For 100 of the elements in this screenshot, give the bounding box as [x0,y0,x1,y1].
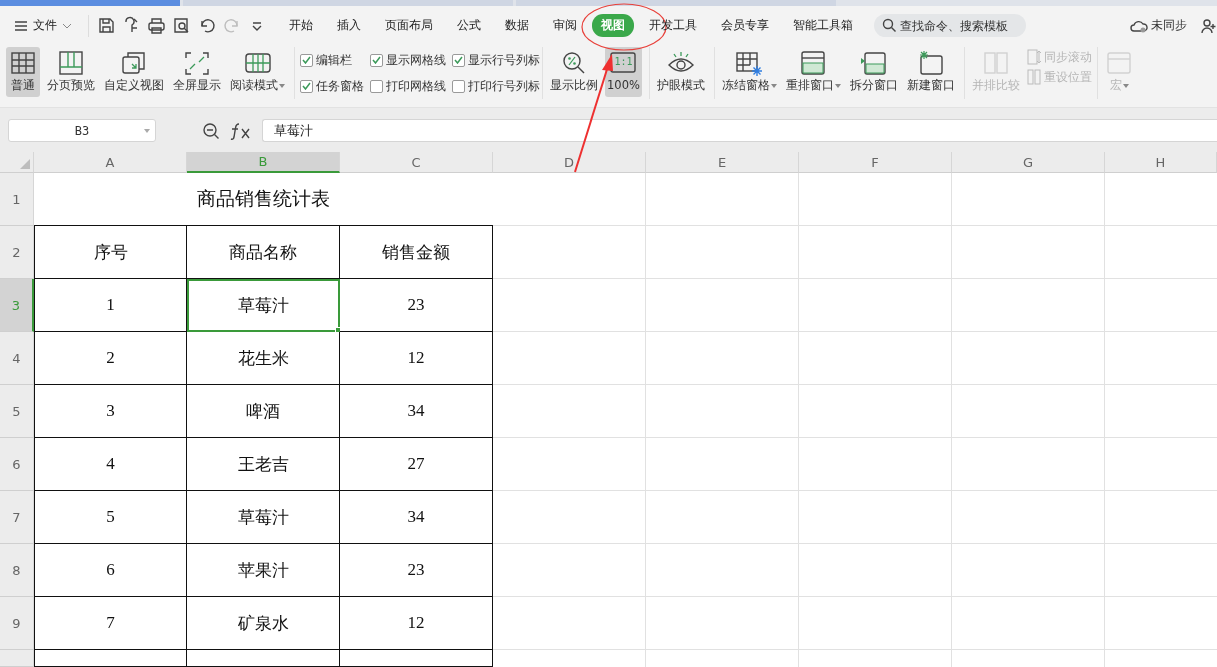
split-window-icon [858,49,889,77]
checkbox[interactable]: 打印行号列标 [452,73,540,99]
checkbox-box[interactable] [300,53,313,67]
column-header[interactable]: F [799,152,952,173]
table-cell[interactable]: 苹果汁 [187,544,340,597]
checkbox[interactable]: 显示网格线 [370,47,446,73]
checkbox[interactable]: 任务窗格 [300,73,364,99]
table-cell[interactable]: 矿泉水 [187,597,340,650]
row-header[interactable]: 6 [0,438,34,491]
formula-field[interactable]: 草莓汁 [262,119,1217,142]
grid-button[interactable]: 普通 [6,47,40,97]
table-cell[interactable]: 2 [34,332,187,385]
table-cell[interactable]: 花生米 [187,332,340,385]
table-cell[interactable]: 序号 [34,226,187,279]
checkbox[interactable]: 编辑栏 [300,47,364,73]
page-layout-button[interactable]: 分页预览 [45,47,97,97]
table-cell[interactable]: 草莓汁 [187,279,340,332]
table-cell[interactable]: 12 [340,597,493,650]
ribbon-tab[interactable]: 插入 [328,14,370,37]
table-cell[interactable]: 7 [34,597,187,650]
windows-button[interactable]: 自定义视图 [102,47,166,97]
ribbon-tab[interactable]: 智能工具箱 [784,14,862,37]
table-cell[interactable] [34,650,187,667]
row-header[interactable]: 8 [0,544,34,597]
checkbox-box[interactable] [300,79,313,93]
ribbon-tab[interactable]: 数据 [496,14,538,37]
table-cell[interactable] [187,650,340,667]
checkbox[interactable]: 显示行号列标 [452,47,540,73]
table-cell[interactable]: 5 [34,491,187,544]
row-header[interactable]: 9 [0,597,34,650]
table-cell[interactable]: 34 [340,491,493,544]
caret-icon [770,83,777,88]
grid-icon [8,49,38,77]
row-header[interactable]: 5 [0,385,34,438]
ribbon-tab[interactable]: 审阅 [544,14,586,37]
table-cell[interactable]: 1 [34,279,187,332]
table-cell[interactable]: 草莓汁 [187,491,340,544]
file-menu[interactable]: 文件 [12,15,74,36]
caret-icon [834,83,841,88]
chevron-down-icon [62,21,72,30]
table-cell[interactable]: 23 [340,544,493,597]
table-cell[interactable]: 王老吉 [187,438,340,491]
table-cell[interactable]: 12 [340,332,493,385]
table-cell[interactable]: 啤酒 [187,385,340,438]
table-cell[interactable]: 3 [34,385,187,438]
row-header[interactable]: 7 [0,491,34,544]
sync-status[interactable]: 未同步 [1124,16,1193,35]
fx-icon [230,121,252,140]
print-preview-icon[interactable] [172,16,191,35]
reading-grid-button[interactable]: 阅读模式 [228,47,287,97]
table-cell[interactable]: 4 [34,438,187,491]
column-header[interactable]: G [952,152,1105,173]
zoom-out-icon [202,121,220,140]
checkbox[interactable]: 打印网格线 [370,73,446,99]
select-all-triangle-icon [20,159,30,169]
ribbon-tab[interactable]: 会员专享 [712,14,778,37]
table-cell[interactable]: 商品名称 [187,226,340,279]
column-header[interactable]: H [1105,152,1217,173]
column-header[interactable]: A [34,152,187,173]
check-icon [372,56,381,64]
table-cell[interactable] [340,650,493,667]
table-cell[interactable]: 销售金额 [340,226,493,279]
menu-icon [14,19,28,32]
ribbon-tab[interactable]: 页面布局 [376,14,442,37]
table-cell[interactable]: 23 [340,279,493,332]
save-icon[interactable] [97,16,116,35]
name-box[interactable]: B3 [8,119,156,142]
column-header[interactable]: D [493,152,646,173]
ribbon-tab[interactable]: 公式 [448,14,490,37]
fullscreen-button[interactable]: 全屏显示 [171,47,223,97]
sheet-title-cell[interactable]: 商品销售统计表 [34,173,493,226]
ratio-label: 1:1 [613,56,634,67]
new-window-button[interactable]: 新建窗口 [904,47,957,97]
checkbox-box[interactable] [370,79,383,93]
print-icon[interactable] [147,16,166,35]
ribbon-tab[interactable]: 开始 [280,14,322,37]
caret-icon [279,83,285,88]
search-field[interactable]: 查找命令、搜索模板 [874,14,1026,37]
magnifier-percent-button[interactable]: 显示比例 [548,47,600,97]
table-cell[interactable]: 27 [340,438,493,491]
caret-icon [1123,83,1130,88]
checkbox-box[interactable] [370,53,383,67]
check-icon [302,82,311,90]
stacked-windows-button[interactable]: 重排窗口 [783,47,843,97]
column-header[interactable]: E [646,152,799,173]
freeze-grid-button[interactable]: 冻结窗格 [719,47,779,97]
checkbox-box[interactable] [452,53,465,67]
split-window-button[interactable]: 拆分窗口 [847,47,900,97]
row-header[interactable]: 2 [0,226,34,279]
table-cell[interactable]: 6 [34,544,187,597]
split-panes-icon [1026,69,1041,85]
eye-button[interactable]: 护眼模式 [654,47,707,97]
row-header[interactable]: 4 [0,332,34,385]
row-header[interactable]: 1 [0,173,34,226]
user-add-icon [1201,17,1217,34]
column-header[interactable]: C [340,152,493,173]
table-cell[interactable]: 34 [340,385,493,438]
checkbox-box[interactable] [452,79,465,93]
ratio-button[interactable]: 1:1 100% [605,47,642,97]
dropdown-caret-icon [144,129,150,133]
